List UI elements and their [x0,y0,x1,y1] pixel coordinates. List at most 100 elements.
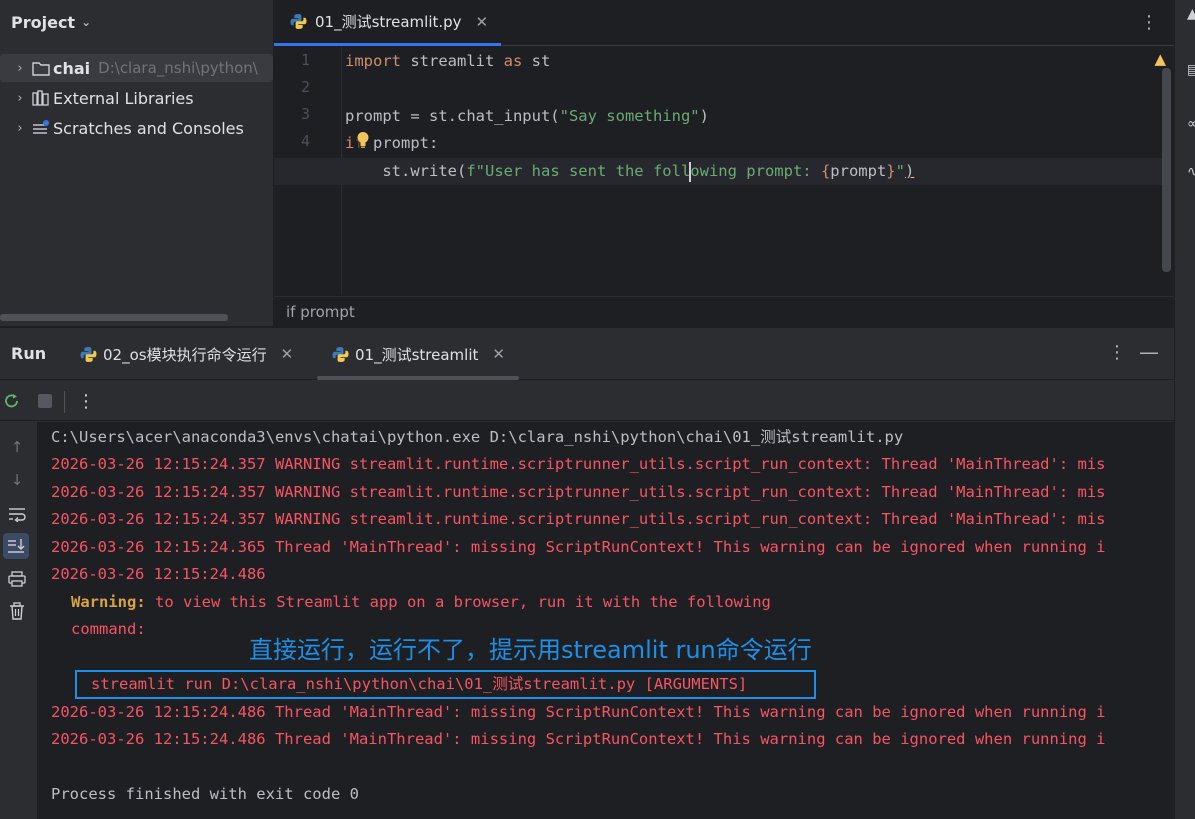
code-line-5[interactable]: st.write(f"User has sent the following p… [345,158,914,185]
code-editor: 01_测试streamlit.py ✕ ⋮ 1 2 3 4 5 import s… [274,0,1174,326]
string-literal: owing prompt: [690,162,821,180]
up-arrow-icon[interactable]: ↑ [6,436,28,458]
database-icon[interactable]: ▤ [1187,62,1195,78]
folder-icon [31,59,51,77]
project-horizontal-scrollbar[interactable] [0,314,228,321]
print-icon[interactable] [6,568,28,590]
minimize-icon[interactable]: — [1139,340,1159,364]
console-line: C:\Users\acer\anaconda3\envs\chatai\pyth… [51,428,904,446]
tree-item-label: chai [53,58,91,78]
python-file-icon [290,13,307,30]
console-line: 2026-03-26 12:15:24.357 WARNING streamli… [51,483,1106,501]
plugin-icon[interactable]: ∿ [1187,164,1195,180]
string-literal: " [895,162,905,180]
notifications-icon[interactable]: ▲ [1187,6,1195,22]
annotation-text: 直接运行，运行不了，提示用streamlit run命令运行 [249,636,812,664]
project-title: Project [11,12,76,32]
chevron-right-icon[interactable]: › [9,121,31,136]
rerun-icon[interactable] [2,391,22,411]
console-command-line: streamlit run D:\clara_nshi\python\chai\… [91,675,748,693]
keyword: import [345,52,401,70]
scroll-to-end-icon[interactable] [3,533,29,559]
run-tab-label: 01_测试streamlit [355,345,479,364]
run-tool-window: Run 02_os模块执行命令运行 ✕ 01_测试streamlit ✕ ⋮ —… [0,327,1174,819]
line-number: 1 [300,51,310,69]
library-icon [31,89,51,107]
toolbar-divider [64,391,65,413]
close-icon[interactable]: ✕ [281,345,294,363]
lightbulb-icon[interactable] [356,131,370,149]
console-side-toolbar: ↑ ↓ [0,422,36,819]
tree-item-label: External Libraries [53,88,194,108]
console-line: 2026-03-26 12:15:24.357 WARNING streamli… [51,510,1106,528]
code-text: prompt [830,162,887,180]
code-text: prompt: [363,134,439,152]
fstring-brace: } [886,162,896,180]
tree-item-external-libraries[interactable]: › External Libraries [0,84,194,112]
editor-tab-active[interactable]: 01_测试streamlit.py ✕ [274,0,501,46]
line-number: 4 [300,132,310,150]
warning-text: to view this Streamlit app on a browser,… [145,593,771,611]
run-tab-streamlit[interactable]: 01_测试streamlit ✕ [332,328,505,380]
console-line: 2026-03-26 12:15:24.486 Thread 'MainThre… [51,703,1106,721]
keyword: as [503,52,523,70]
project-view-selector[interactable]: Project ⌄ [0,0,273,44]
code-text: ) [699,107,709,125]
scratches-icon [31,119,51,137]
run-toolbar: ⋮ [0,381,1174,421]
chevron-down-icon: ⌄ [81,15,92,29]
soft-wrap-icon[interactable] [6,503,28,525]
code-text: st [522,52,551,70]
code-line-1[interactable]: import streamlit as st [345,48,550,75]
project-panel: Project ⌄ › chai D:\clara_nshi\python\ ›… [0,0,273,326]
python-file-icon [332,346,349,363]
console-line: 2026-03-26 12:15:24.486 [51,565,266,583]
breadcrumb[interactable]: if prompt [274,296,1174,326]
more-options-icon[interactable]: ⋮ [1140,12,1158,33]
keyword: i [345,134,355,152]
code-text: prompt = st.chat_input( [345,107,560,125]
run-title: Run [11,344,47,363]
chevron-right-icon[interactable]: › [9,61,31,76]
run-header: Run 02_os模块执行命令运行 ✕ 01_测试streamlit ✕ ⋮ — [0,328,1174,380]
close-icon[interactable]: ✕ [492,345,505,363]
warning-icon[interactable]: ▲ [1154,50,1166,68]
warning-label: Warning: [71,593,146,611]
code-text: st.write( [345,162,467,180]
ai-assistant-icon[interactable]: ∞ [1187,116,1195,132]
tree-item-chai[interactable]: › chai D:\clara_nshi\python\ [0,54,273,82]
code-text: ) [904,162,915,180]
line-number: 2 [300,78,310,96]
chevron-right-icon[interactable]: › [9,91,31,106]
more-options-icon[interactable]: ⋮ [76,391,96,412]
right-tool-strip: ▲ ▤ ∞ ∿ [1174,0,1195,819]
console-line: command: [71,620,146,638]
console-line: 2026-03-26 12:15:24.357 WARNING streamli… [51,455,1106,473]
console-warning-line: Warning: to view this Streamlit app on a… [71,589,771,616]
tree-item-path: D:\clara_nshi\python\ [98,59,258,77]
run-tab-os-module[interactable]: 02_os模块执行命令运行 ✕ [80,328,293,380]
active-tab-indicator [317,376,519,380]
run-tab-label: 02_os模块执行命令运行 [103,345,267,364]
console-exit-line: Process finished with exit code 0 [51,785,359,803]
editor-vertical-scrollbar[interactable] [1162,68,1171,272]
code-area[interactable]: import streamlit as st prompt = st.chat_… [274,47,1165,295]
editor-tab-label: 01_测试streamlit.py [315,13,462,31]
console-output[interactable]: C:\Users\acer\anaconda3\envs\chatai\pyth… [37,422,1174,819]
editor-tab-bar: 01_测试streamlit.py ✕ ⋮ [274,0,1174,46]
string-literal: f"User has sent the foll [466,162,691,180]
more-options-icon[interactable]: ⋮ [1108,342,1126,363]
console-line: 2026-03-26 12:15:24.486 Thread 'MainThre… [51,730,1106,748]
line-number: 3 [300,105,310,123]
code-line-3[interactable]: prompt = st.chat_input("Say something") [345,103,709,130]
stop-icon[interactable] [35,391,55,411]
trash-icon[interactable] [6,600,28,622]
tree-item-scratches[interactable]: › Scratches and Consoles [0,114,243,142]
code-text: streamlit [401,52,504,70]
string-literal: "Say something" [559,107,700,125]
python-file-icon [80,346,97,363]
fstring-brace: { [820,162,831,180]
down-arrow-icon[interactable]: ↓ [6,469,28,491]
console-line: 2026-03-26 12:15:24.365 Thread 'MainThre… [51,538,1106,556]
close-icon[interactable]: ✕ [476,13,489,31]
